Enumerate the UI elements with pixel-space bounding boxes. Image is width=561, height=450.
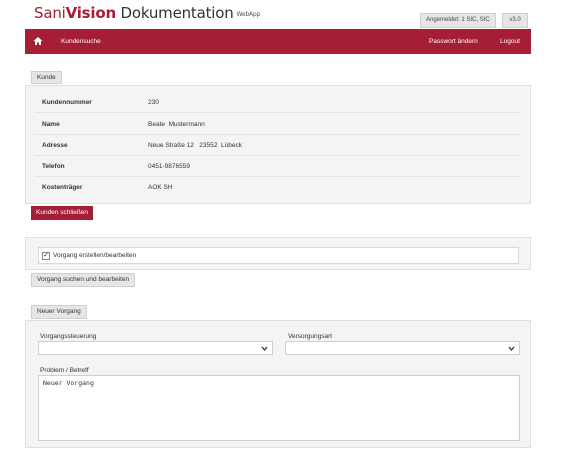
customer-address-label: Adresse [42, 142, 68, 149]
home-icon[interactable] [33, 36, 43, 46]
app-header: SaniVision Dokumentation WebApp Angemelde… [0, 0, 561, 28]
problem-label: Problem / Betreff [40, 367, 89, 374]
close-customer-button[interactable]: Kunden schließen [31, 206, 94, 220]
version-badge: v3.0 [502, 13, 528, 28]
process-checkbar: ✓ Vorgang erstellen/bearbeiten [38, 247, 519, 264]
app-logo: SaniVision Dokumentation WebApp [34, 4, 260, 22]
nav-change-password[interactable]: Passwort ändern [429, 29, 478, 54]
customer-row-phone: Telefon 0451-9876559 [34, 156, 520, 177]
customer-address-value: Neue Straße 12 23552 Lübeck [148, 142, 242, 149]
process-panel: ✓ Vorgang erstellen/bearbeiten [25, 237, 531, 270]
nav-customer-search[interactable]: Kundensuche [61, 29, 101, 54]
customer-number-label: Kundennummer [42, 99, 92, 106]
customer-row-number: Kundennummer 230 [34, 92, 520, 113]
search-process-button[interactable]: Vorgang suchen und bearbeiten [31, 273, 136, 287]
customer-phone-value: 0451-9876559 [148, 163, 190, 170]
customer-row-address: Adresse Neue Straße 12 23552 Lübeck [34, 135, 520, 156]
chevron-down-icon [508, 346, 515, 352]
customer-row-payer: Kostenträger AOK SH [34, 177, 520, 198]
tab-new-process[interactable]: Neuer Vorgang [31, 305, 87, 319]
login-status: Angemeldet: 1 SIC, SIC [420, 13, 496, 28]
chevron-down-icon [261, 346, 268, 352]
process-checkbox-label[interactable]: Vorgang erstellen/bearbeiten [53, 252, 136, 259]
customer-panel: Kundennummer 230 Name Beate Mustermann A… [25, 85, 531, 204]
process-control-select[interactable] [38, 341, 273, 355]
customer-phone-label: Telefon [42, 163, 65, 170]
problem-textarea[interactable]: Neuer Vorgang [38, 375, 520, 441]
brand-sani: Sani [34, 4, 66, 22]
brand-webapp: WebApp [236, 11, 261, 18]
supply-type-label: Versorgungsart [288, 333, 333, 340]
customer-payer-value: AOK SH [148, 184, 173, 191]
customer-row-name: Name Beate Mustermann [34, 114, 520, 135]
customer-payer-label: Kostenträger [42, 184, 83, 191]
supply-type-select[interactable] [285, 341, 520, 355]
customer-name-value: Beate Mustermann [148, 121, 205, 128]
brand-dokumentation: Dokumentation [115, 4, 234, 22]
tab-customer[interactable]: Kunde [31, 71, 62, 84]
customer-number-value: 230 [148, 99, 159, 106]
process-checkbox[interactable]: ✓ [42, 252, 50, 260]
main-navbar: Kundensuche Passwort ändern Logout [25, 29, 531, 54]
process-control-label: Vorgangssteuerung [40, 333, 97, 340]
customer-name-label: Name [42, 121, 60, 128]
brand-vision: Vision [65, 4, 117, 22]
new-process-panel: Vorgangssteuerung Versorgungsart Problem… [25, 320, 531, 448]
nav-logout[interactable]: Logout [500, 29, 520, 54]
